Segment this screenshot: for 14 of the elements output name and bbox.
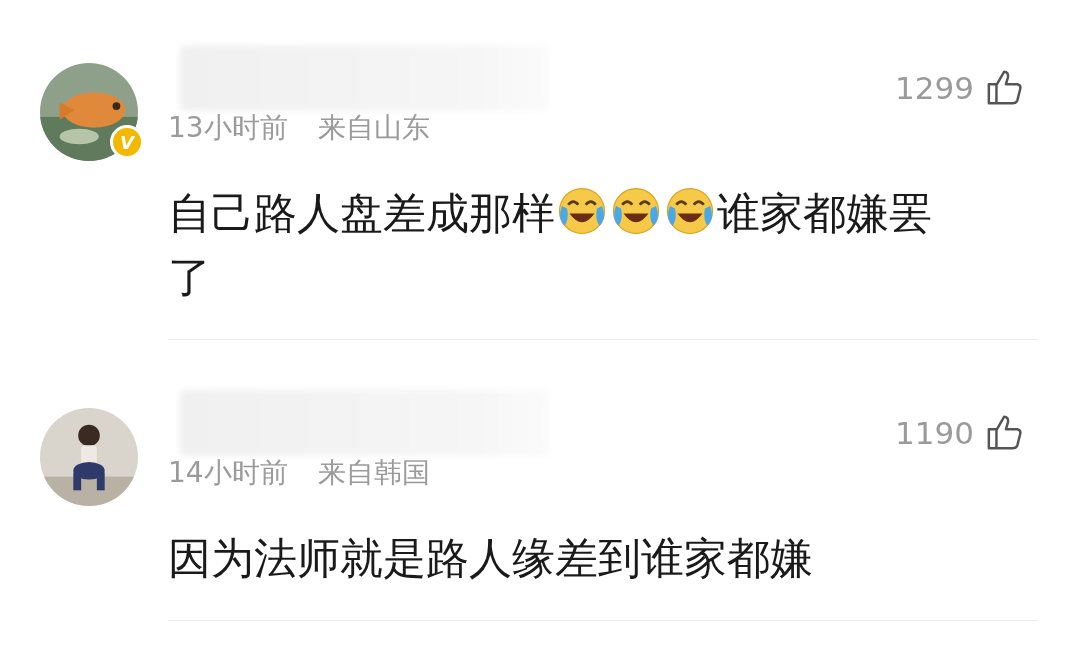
comment-text: 因为法师就是路人缘差到谁家都嫌 xyxy=(168,532,814,585)
comment-text: 自己路人盘差成那样 谁家都嫌罢了 xyxy=(168,185,933,304)
laughing-crying-emoji-icon xyxy=(665,186,715,236)
post-time: 14小时前 xyxy=(168,455,288,491)
post-location: 来自韩国 xyxy=(317,455,430,491)
verified-badge: V xyxy=(110,125,144,159)
like-count: 1190 xyxy=(895,415,974,451)
post-time: 13小时前 xyxy=(168,110,288,146)
thumbs-up-icon[interactable] xyxy=(986,69,1024,107)
laughing-crying-emoji-icon xyxy=(557,186,607,236)
like-count: 1299 xyxy=(895,70,974,106)
thumbs-up-icon[interactable] xyxy=(986,414,1024,452)
laughing-crying-emoji-icon xyxy=(611,186,661,236)
post-location: 来自山东 xyxy=(317,110,430,146)
